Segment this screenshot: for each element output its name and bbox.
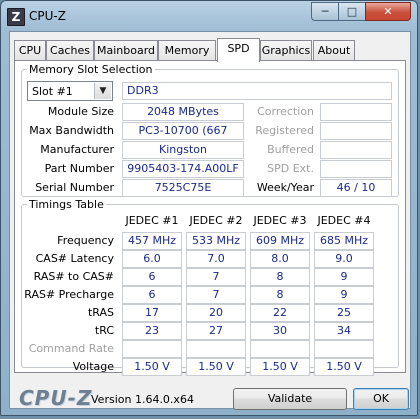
ras-precharge-jedec-4: 9	[314, 286, 374, 304]
cas-latency-jedec-4: 9.0	[314, 250, 374, 268]
tab-graphics[interactable]: Graphics	[260, 40, 312, 61]
ras-to-cas-label: RAS# to CAS#	[33, 270, 114, 283]
spd-page: Memory Slot Selection Slot #1 ▼ DDR3 Mod…	[14, 60, 406, 376]
command-rate-jedec-3	[250, 340, 310, 358]
module-size-value: 2048 MBytes	[122, 103, 244, 121]
module-size-label: Module Size	[47, 105, 114, 118]
column-header-jedec-4: JEDEC #4	[317, 214, 371, 227]
cpuz-window: Z CPU-Z ─ □ ✕ CPU Caches Mainboard Memor…	[0, 0, 418, 416]
trc-jedec-1: 23	[122, 322, 182, 340]
buffered-label: Buffered	[267, 143, 314, 156]
slot-select[interactable]: Slot #1 ▼	[27, 81, 113, 101]
maximize-icon: □	[346, 5, 358, 18]
part-number-label: Part Number	[44, 162, 114, 175]
tab-about[interactable]: About	[313, 40, 355, 61]
title-bar[interactable]: Z CPU-Z ─ □ ✕	[1, 1, 417, 31]
command-rate-jedec-2	[186, 340, 246, 358]
column-header-jedec-3: JEDEC #3	[253, 214, 307, 227]
timings-table-title: Timings Table	[27, 198, 106, 211]
ras-to-cas-jedec-4: 9	[314, 268, 374, 286]
max-bandwidth-value: PC3-10700 (667 MHz)	[122, 122, 244, 153]
correction-value	[320, 103, 392, 121]
cas-latency-jedec-2: 7.0	[186, 250, 246, 268]
ras-precharge-jedec-1: 6	[122, 286, 182, 304]
minimize-button[interactable]: ─	[311, 2, 339, 21]
trc-label: tRC	[94, 324, 114, 337]
memory-slot-group: Memory Slot Selection Slot #1 ▼ DDR3 Mod…	[21, 63, 399, 197]
part-number-value: 9905403-174.A00LF	[122, 160, 244, 178]
tab-mainboard[interactable]: Mainboard	[94, 40, 158, 61]
footer-bar: CPU-Z Version 1.64.0.x64 Validate OK	[1, 379, 417, 419]
tab-spd[interactable]: SPD	[217, 38, 260, 62]
column-header-jedec-2: JEDEC #2	[189, 214, 243, 227]
tab-caches[interactable]: Caches	[46, 40, 94, 61]
frequency-jedec-2: 533 MHz	[186, 232, 246, 250]
serial-number-label: Serial Number	[35, 181, 114, 194]
voltage-jedec-1: 1.50 V	[122, 358, 182, 376]
trc-jedec-2: 27	[186, 322, 246, 340]
command-rate-jedec-4	[314, 340, 374, 358]
tras-jedec-2: 20	[186, 304, 246, 322]
frequency-jedec-4: 685 MHz	[314, 232, 374, 250]
version-text: Version 1.64.0.x64	[91, 393, 194, 406]
tras-jedec-1: 17	[122, 304, 182, 322]
registered-label: Registered	[255, 124, 314, 137]
command-rate-jedec-1	[122, 340, 182, 358]
window-title: CPU-Z	[29, 9, 66, 23]
close-icon: ✕	[383, 5, 393, 18]
cas-latency-jedec-3: 8.0	[250, 250, 310, 268]
tras-jedec-3: 22	[250, 304, 310, 322]
ras-precharge-jedec-3: 8	[250, 286, 310, 304]
cas-latency-label: CAS# Latency	[35, 252, 114, 265]
tras-jedec-4: 25	[314, 304, 374, 322]
manufacturer-value: Kingston	[122, 141, 244, 159]
command-rate-label: Command Rate	[28, 342, 114, 355]
spd-ext-label: SPD Ext.	[267, 162, 314, 175]
week-year-value: 46 / 10	[320, 179, 392, 197]
week-year-label: Week/Year	[256, 181, 314, 194]
correction-label: Correction	[257, 105, 314, 118]
frequency-jedec-3: 609 MHz	[250, 232, 310, 250]
tras-label: tRAS	[87, 306, 114, 319]
cpuz-logo: CPU-Z	[19, 386, 93, 410]
manufacturer-label: Manufacturer	[40, 143, 114, 156]
registered-value	[320, 122, 392, 140]
buffered-value	[320, 141, 392, 159]
cas-latency-jedec-1: 6.0	[122, 250, 182, 268]
voltage-jedec-3: 1.50 V	[250, 358, 310, 376]
close-button[interactable]: ✕	[365, 2, 411, 21]
ras-precharge-jedec-2: 7	[186, 286, 246, 304]
trc-jedec-3: 30	[250, 322, 310, 340]
memory-slot-group-title: Memory Slot Selection	[27, 63, 155, 76]
minimize-icon: ─	[321, 5, 329, 18]
tab-cpu[interactable]: CPU	[14, 40, 46, 61]
ras-precharge-label: RAS# Precharge	[24, 288, 114, 301]
module-type-field: DDR3	[122, 82, 392, 100]
spd-ext-value	[320, 160, 392, 178]
ras-to-cas-jedec-1: 6	[122, 268, 182, 286]
serial-number-value: 7525C75E	[122, 179, 244, 197]
tab-memory[interactable]: Memory	[158, 40, 216, 61]
column-header-jedec-1: JEDEC #1	[125, 214, 179, 227]
timings-header-row: JEDEC #1 JEDEC #2 JEDEC #3 JEDEC #4	[22, 214, 398, 228]
slot-select-value: Slot #1	[32, 85, 73, 98]
timings-table-group: Timings Table JEDEC #1 JEDEC #2 JEDEC #3…	[21, 198, 399, 376]
chevron-down-icon[interactable]: ▼	[94, 83, 111, 99]
voltage-jedec-4: 1.50 V	[314, 358, 374, 376]
cpuz-app-icon[interactable]: Z	[7, 8, 25, 26]
ras-to-cas-jedec-2: 7	[186, 268, 246, 286]
voltage-label: Voltage	[72, 360, 114, 373]
ok-button[interactable]: OK	[353, 388, 409, 410]
frequency-jedec-1: 457 MHz	[122, 232, 182, 250]
voltage-jedec-2: 1.50 V	[186, 358, 246, 376]
maximize-button[interactable]: □	[338, 2, 366, 21]
trc-jedec-4: 34	[314, 322, 374, 340]
ras-to-cas-jedec-3: 8	[250, 268, 310, 286]
validate-button[interactable]: Validate	[233, 388, 347, 410]
frequency-label: Frequency	[57, 234, 114, 247]
max-bandwidth-label: Max Bandwidth	[29, 124, 114, 137]
